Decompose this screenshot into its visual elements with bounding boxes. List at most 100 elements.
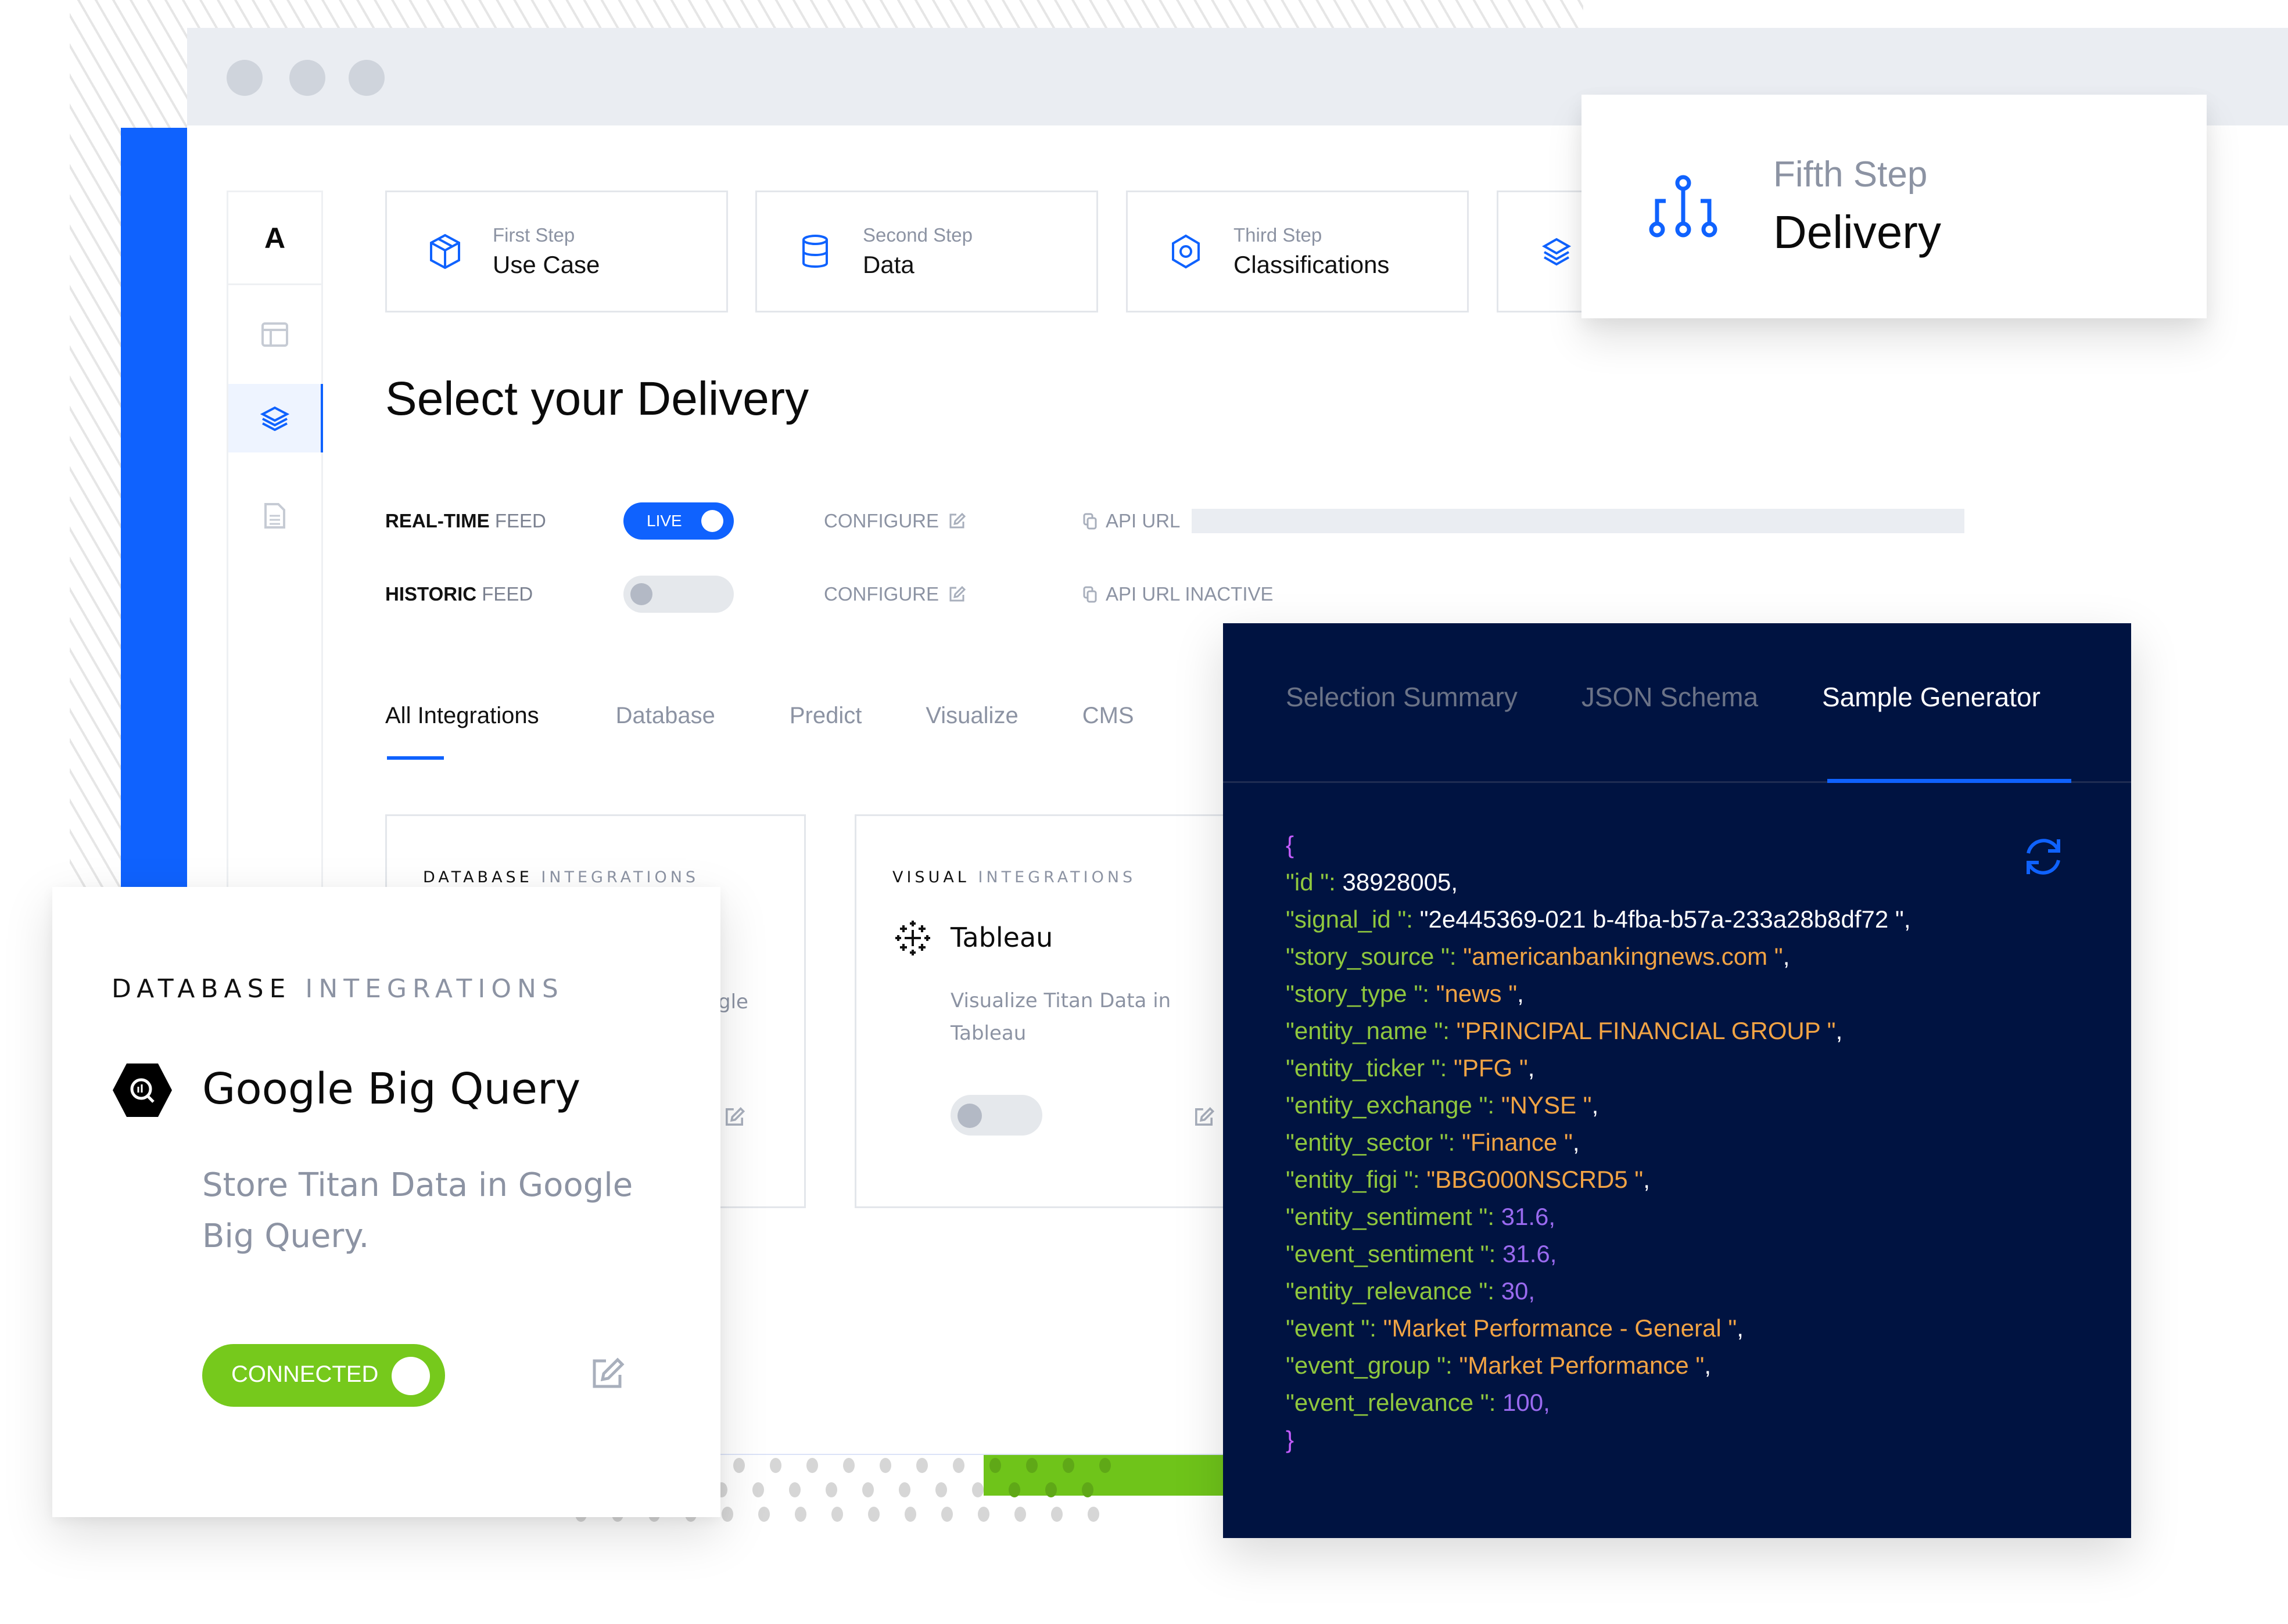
tab-cms[interactable]: CMS: [1082, 703, 1134, 729]
google-big-query-card[interactable]: DATABASE INTEGRATIONS Google Big Query S…: [52, 887, 720, 1517]
json-value: "americanbankingnews.com ": [1463, 943, 1783, 970]
json-line: "event_relevance ": 100,: [1286, 1384, 1911, 1421]
api-url-historic[interactable]: API URL INACTIVE: [1082, 583, 1274, 605]
integration-name: Google Big Query: [202, 1064, 581, 1114]
configure-button-realtime[interactable]: CONFIGURE: [824, 510, 1082, 532]
sidebar-item-layers[interactable]: [228, 384, 323, 452]
tab-sample-generator[interactable]: Sample Generator: [1822, 681, 2040, 713]
json-comma: ,: [1527, 1054, 1535, 1082]
json-comma: ,: [1643, 1166, 1650, 1193]
json-open-brace: {: [1286, 831, 1294, 858]
bigquery-icon: [113, 1063, 172, 1117]
window-dot-3: [349, 60, 385, 96]
toggle-knob: [701, 510, 723, 532]
json-line: "story_source ": "americanbankingnews.co…: [1286, 938, 1911, 975]
step-card-classifications[interactable]: Third Step Classifications: [1126, 191, 1469, 312]
window-dot-2: [289, 60, 325, 96]
tab-all-integrations[interactable]: All Integrations: [385, 703, 539, 760]
json-key: "entity_sector ":: [1286, 1129, 1462, 1156]
edit-icon[interactable]: [1193, 1106, 1214, 1127]
card-head-rest: INTEGRATIONS: [969, 868, 1136, 886]
dot: [831, 1507, 843, 1522]
tab-database[interactable]: Database: [616, 703, 715, 729]
hierarchy-icon: [1649, 175, 1717, 237]
json-comma: ,: [1737, 1314, 1744, 1342]
sidebar-item-layout[interactable]: [228, 285, 321, 384]
feed-row-realtime: REAL-TIME FEED LIVE CONFIGURE API URL: [385, 501, 2012, 541]
tableau-toggle[interactable]: [951, 1095, 1042, 1136]
dot: [868, 1507, 880, 1522]
json-value: "2e445369-021 b-4fba-b57a-233a28b8df72 ": [1419, 906, 1904, 933]
api-url-label: API URL INACTIVE: [1106, 583, 1274, 605]
dot: [826, 1482, 837, 1497]
json-line: "entity_relevance ": 30,: [1286, 1273, 1911, 1310]
json-key: "entity_ticker ":: [1286, 1054, 1454, 1082]
step-card-delivery[interactable]: Fifth Step Delivery: [1581, 95, 2207, 318]
json-comma: ,: [1835, 1017, 1843, 1044]
json-value: "BBG000NSCRD5 ": [1426, 1166, 1644, 1193]
feed-row-historic: HISTORIC FEED CONFIGURE API URL INACTIVE: [385, 574, 2012, 615]
sidebar-item-document[interactable]: [228, 482, 321, 550]
dot: [770, 1458, 781, 1473]
layout-icon: [261, 322, 288, 347]
json-comma: ,: [1548, 1203, 1556, 1230]
json-value: "Market Performance - General ": [1383, 1314, 1737, 1342]
tab-selection-summary[interactable]: Selection Summary: [1286, 681, 1518, 713]
tab-json-schema[interactable]: JSON Schema: [1581, 681, 1758, 713]
card-head-bold: VISUAL: [892, 868, 970, 886]
tab-predict[interactable]: Predict: [790, 703, 862, 729]
toggle-label: LIVE: [647, 512, 682, 530]
configure-label: CONFIGURE: [824, 510, 939, 531]
sidebar: A: [227, 191, 323, 899]
json-key: "event ":: [1286, 1314, 1383, 1342]
accent-bar: [121, 128, 187, 889]
dot: [880, 1458, 891, 1473]
toggle-knob: [957, 1104, 982, 1128]
configure-label: CONFIGURE: [824, 583, 939, 605]
dot: [899, 1482, 910, 1497]
layers-icon: [1541, 238, 1572, 266]
connected-toggle[interactable]: CONNECTED: [202, 1344, 445, 1407]
json-line: "entity_exchange ": "NYSE ",: [1286, 1087, 1911, 1124]
json-line: "event ": "Market Performance - General …: [1286, 1310, 1911, 1347]
json-line: "entity_figi ": "BBG000NSCRD5 ",: [1286, 1161, 1911, 1198]
app-logo[interactable]: A: [228, 192, 321, 285]
api-url-realtime[interactable]: API URL: [1082, 510, 1180, 532]
json-value: 31.6: [1502, 1240, 1550, 1267]
edit-icon[interactable]: [724, 1106, 745, 1127]
tab-visualize[interactable]: Visualize: [926, 703, 1018, 729]
dot: [758, 1507, 770, 1522]
json-line: "entity_ticker ": "PFG ",: [1286, 1050, 1911, 1087]
card-head-bold: DATABASE: [423, 868, 533, 886]
dot: [935, 1482, 947, 1497]
feed-label-rest: FEED: [476, 583, 533, 605]
realtime-toggle[interactable]: LIVE: [623, 502, 734, 540]
layers-icon: [260, 406, 289, 431]
visual-integration-card[interactable]: VISUAL INTEGRATIONS Tableau Visualize Ti…: [855, 814, 1261, 1208]
edit-icon: [949, 585, 966, 602]
green-accent-band: [984, 1455, 1223, 1496]
step-sub: Fifth Step: [1773, 155, 1928, 195]
api-url-field[interactable]: [1192, 509, 1965, 533]
dot: [972, 1482, 984, 1497]
historic-toggle[interactable]: [623, 576, 734, 613]
refresh-icon[interactable]: [2020, 833, 2067, 880]
toggle-label: CONNECTED: [231, 1361, 379, 1387]
json-comma: ,: [1704, 1352, 1711, 1379]
json-value: 38928005: [1342, 868, 1451, 896]
json-comma: ,: [1783, 943, 1790, 970]
configure-button-historic[interactable]: CONFIGURE: [824, 583, 1082, 605]
tableau-icon: [895, 921, 930, 955]
edit-icon[interactable]: [590, 1356, 625, 1391]
dot: [843, 1458, 855, 1473]
json-key: "entity_exchange ":: [1286, 1091, 1501, 1119]
step-card-use-case[interactable]: First Step Use Case: [385, 191, 728, 312]
dot: [905, 1507, 916, 1522]
dot: [1051, 1507, 1063, 1522]
database-icon: [802, 235, 828, 268]
json-comma: ,: [1572, 1129, 1580, 1156]
step-sub: Third Step: [1233, 224, 1322, 246]
step-card-data[interactable]: Second Step Data: [755, 191, 1098, 312]
json-key: "story_type ":: [1286, 980, 1436, 1007]
dot: [1014, 1507, 1026, 1522]
